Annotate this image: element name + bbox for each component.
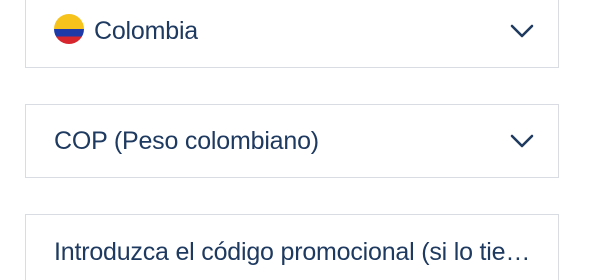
currency-select-value: COP (Peso colombiano) [54, 126, 319, 155]
promo-code-placeholder: Introduzca el código promocional (si lo … [54, 238, 531, 266]
chevron-down-icon[interactable] [510, 24, 534, 38]
country-select-value: Colombia [94, 16, 199, 45]
currency-select[interactable]: COP (Peso colombiano) [25, 104, 559, 178]
country-select[interactable]: Colombia [25, 0, 559, 68]
promo-code-input[interactable]: Introduzca el código promocional (si lo … [25, 214, 559, 280]
colombia-flag-icon [54, 14, 84, 44]
chevron-down-icon[interactable] [510, 134, 534, 148]
